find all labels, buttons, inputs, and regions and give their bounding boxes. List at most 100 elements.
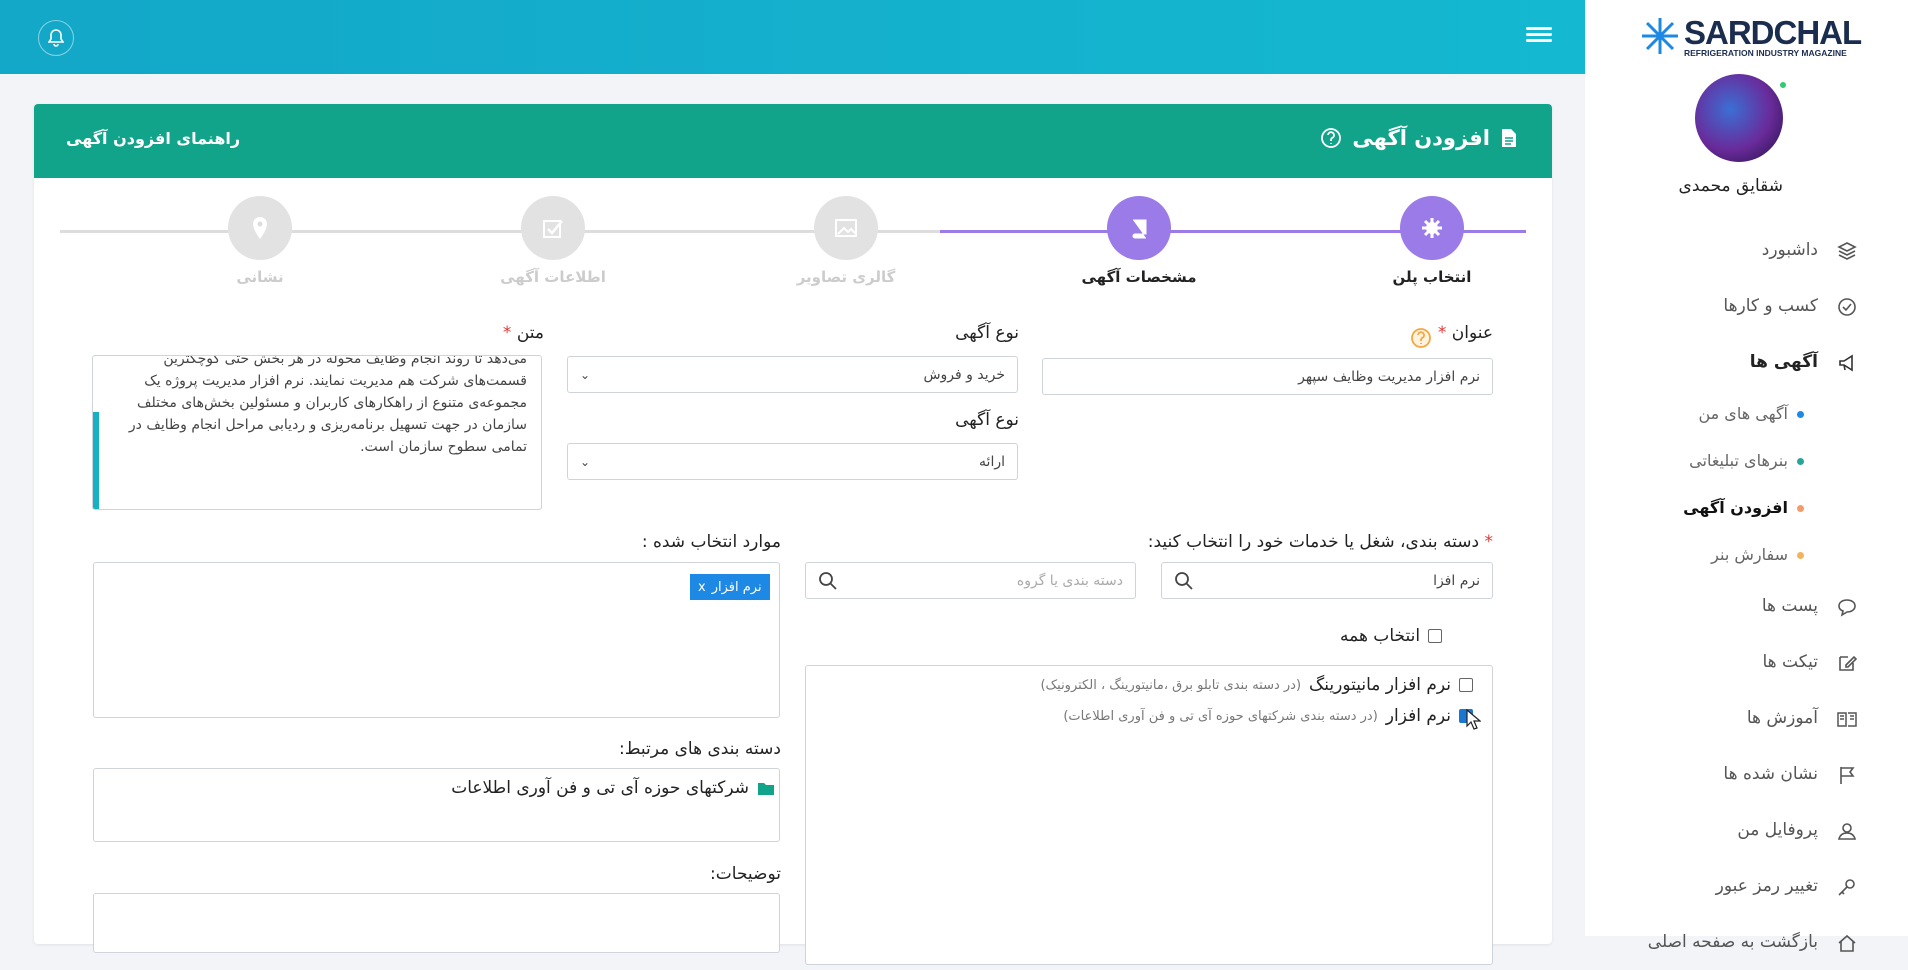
ad-type2-select[interactable]: ارائه ⌄	[567, 443, 1018, 480]
text-line: سازمان در جهت تسهیل برنامه‌ریزی و ردیابی…	[128, 417, 527, 433]
sidebar-sub-banners[interactable]: بنرهای تبلیغاتی	[1585, 437, 1908, 484]
sidebar-item-home[interactable]: بازگشت به صفحه اصلی	[1585, 914, 1908, 970]
help-icon[interactable]	[1410, 327, 1432, 349]
category-label: * دسته بندی، شغل یا خدمات خود را انتخاب …	[1148, 532, 1493, 552]
bell-icon[interactable]	[38, 20, 74, 56]
location-pin-icon	[228, 196, 292, 260]
text-line: مجموعه‌ی متنوع از راهکارهای کاربران و مس…	[137, 395, 527, 411]
check-circle-icon	[1838, 298, 1856, 316]
bullet-dot	[1797, 411, 1804, 418]
sidebar-sub-label: افزودن آگهی	[1683, 498, 1788, 517]
option-name: نرم افزار	[1385, 706, 1451, 726]
sidebar-item-tutorials[interactable]: آموزش ها	[1585, 690, 1908, 746]
sidebar-item-label: داشبورد	[1761, 240, 1818, 260]
text-label-text: متن	[516, 323, 544, 343]
bullet-dot	[1797, 458, 1804, 465]
menu-icon[interactable]	[1526, 24, 1552, 46]
title-input[interactable]: نرم افزار مدیریت وظایف سپهر	[1042, 358, 1493, 395]
guide-link[interactable]: راهنمای افزودن آگهی	[66, 129, 240, 148]
sidebar-item-label: آگهی ها	[1749, 352, 1818, 372]
bullet-dot	[1797, 552, 1804, 559]
option-note: (در دسته بندی تابلو برق ،مانیتورینگ ، ال…	[1040, 677, 1302, 693]
step-gallery[interactable]: گالری تصاویر	[766, 196, 926, 286]
select-all-checkbox[interactable]	[1428, 629, 1443, 643]
category-label-text: دسته بندی، شغل یا خدمات خود را انتخاب کن…	[1147, 532, 1480, 552]
group-search-placeholder: دسته بندی یا گروه	[1016, 572, 1123, 589]
sidebar-item-bookmarks[interactable]: نشان شده ها	[1585, 746, 1908, 802]
sidebar-item-ads[interactable]: آگهی ها	[1585, 334, 1908, 390]
ad-type-select[interactable]: خرید و فروش ⌄	[567, 356, 1018, 393]
mouse-cursor-icon	[1466, 709, 1481, 730]
user-icon	[1837, 823, 1857, 840]
category-search-input[interactable]: نرم افزا	[1161, 562, 1493, 599]
sidebar-sub-label: آگهی های من	[1698, 404, 1788, 423]
gear-icon	[1400, 196, 1464, 260]
image-icon	[814, 196, 878, 260]
check-square-icon	[521, 196, 585, 260]
selected-label: موارد انتخاب شده :	[641, 532, 781, 552]
option-checkbox[interactable]	[1459, 678, 1473, 692]
sidebar-item-tickets[interactable]: تیکت ها	[1585, 634, 1908, 690]
logo-text: SARDCHAL	[1684, 14, 1862, 51]
textarea-scrollbar[interactable]	[93, 412, 99, 509]
option-item[interactable]: نرم افزار (در دسته بندی شرکتهای حوزه آی …	[1063, 706, 1473, 726]
step-label: مشخصات آگهی	[1081, 268, 1197, 286]
bullet-dot	[1797, 505, 1804, 512]
stepper: انتخاب پلن مشخصات آگهی گالری تصاویر اطلا…	[60, 196, 1526, 286]
text-line: می‌دهد تا روند انجام وظایف محوله در هر ب…	[163, 355, 527, 367]
chevron-down-icon: ⌄	[580, 367, 591, 382]
text-line: قسمت‌های شرکت هم مدیریت نمایند. نرم افزا…	[144, 373, 527, 389]
select-all[interactable]: انتخاب همه	[1340, 626, 1443, 646]
related-category-text: شرکتهای حوزه آی تی و فن آوری اطلاعات	[451, 778, 749, 798]
sidebar-item-profile[interactable]: پروفایل من	[1585, 802, 1908, 858]
title-label-text: عنوان	[1451, 323, 1493, 343]
selected-items-box	[93, 562, 780, 718]
card-title: افزودن آگهی	[1320, 126, 1518, 150]
book-icon	[1837, 712, 1857, 727]
option-name: نرم افزار مانیتورینگ	[1309, 675, 1451, 695]
sidebar-item-posts[interactable]: پست ها	[1585, 578, 1908, 634]
group-search-input[interactable]: دسته بندی یا گروه	[805, 562, 1136, 599]
step-plan[interactable]: انتخاب پلن	[1352, 196, 1512, 286]
step-details[interactable]: مشخصات آگهی	[1059, 196, 1219, 286]
sidebar-item-dashboard[interactable]: داشبورد	[1585, 222, 1908, 278]
flag-icon	[1840, 767, 1855, 784]
required-star: *	[1437, 323, 1447, 343]
chip-remove-button[interactable]: x	[698, 580, 706, 595]
option-item[interactable]: نرم افزار مانیتورینگ (در دسته بندی تابلو…	[1040, 675, 1473, 695]
sidebar-sub-add-ad[interactable]: افزودن آگهی	[1585, 484, 1908, 531]
required-star: *	[1484, 532, 1494, 552]
card-header: افزودن آگهی راهنمای افزودن آگهی	[34, 104, 1552, 178]
sidebar-item-label: آموزش ها	[1746, 708, 1818, 728]
card-title-text: افزودن آگهی	[1352, 126, 1490, 150]
required-star: *	[502, 323, 512, 343]
title-label: عنوان *	[1438, 323, 1493, 343]
chat-icon	[1838, 599, 1856, 617]
megaphone-icon	[1839, 354, 1853, 372]
sidebar-item-label: کسب و کارها	[1723, 296, 1818, 316]
sidebar-item-label: بازگشت به صفحه اصلی	[1647, 932, 1818, 952]
sidebar-sub-label: بنرهای تبلیغاتی	[1689, 451, 1788, 470]
step-label: نشانی	[236, 268, 284, 286]
sidebar-item-businesses[interactable]: کسب و کارها	[1585, 278, 1908, 334]
step-info[interactable]: اطلاعات آگهی	[473, 196, 633, 286]
text-area[interactable]: می‌دهد تا روند انجام وظایف محوله در هر ب…	[92, 355, 542, 510]
avatar[interactable]	[1695, 74, 1783, 162]
book-icon	[1107, 196, 1171, 260]
sidebar-item-change-password[interactable]: تغییر رمز عبور	[1585, 858, 1908, 914]
step-address[interactable]: نشانی	[180, 196, 340, 286]
selected-chip[interactable]: نرم افزار x	[690, 574, 770, 600]
search-icon[interactable]	[818, 571, 838, 591]
sidebar-sub-my-ads[interactable]: آگهی های من	[1585, 390, 1908, 437]
help-icon[interactable]	[1320, 127, 1342, 149]
search-icon[interactable]	[1174, 571, 1194, 591]
layers-icon	[1837, 242, 1857, 260]
sidebar: SARDCHAL REFRIGERATION INDUSTRY MAGAZINE…	[1585, 0, 1908, 952]
step-label: گالری تصاویر	[796, 268, 896, 286]
description-input[interactable]	[93, 893, 780, 953]
sidebar-sub-order-banner[interactable]: سفارش بنر	[1585, 531, 1908, 578]
brand-logo[interactable]: SARDCHAL REFRIGERATION INDUSTRY MAGAZINE	[1640, 12, 1862, 60]
edit-icon	[1839, 655, 1858, 671]
online-indicator	[1778, 80, 1788, 90]
category-search-value: نرم افزا	[1433, 572, 1480, 589]
